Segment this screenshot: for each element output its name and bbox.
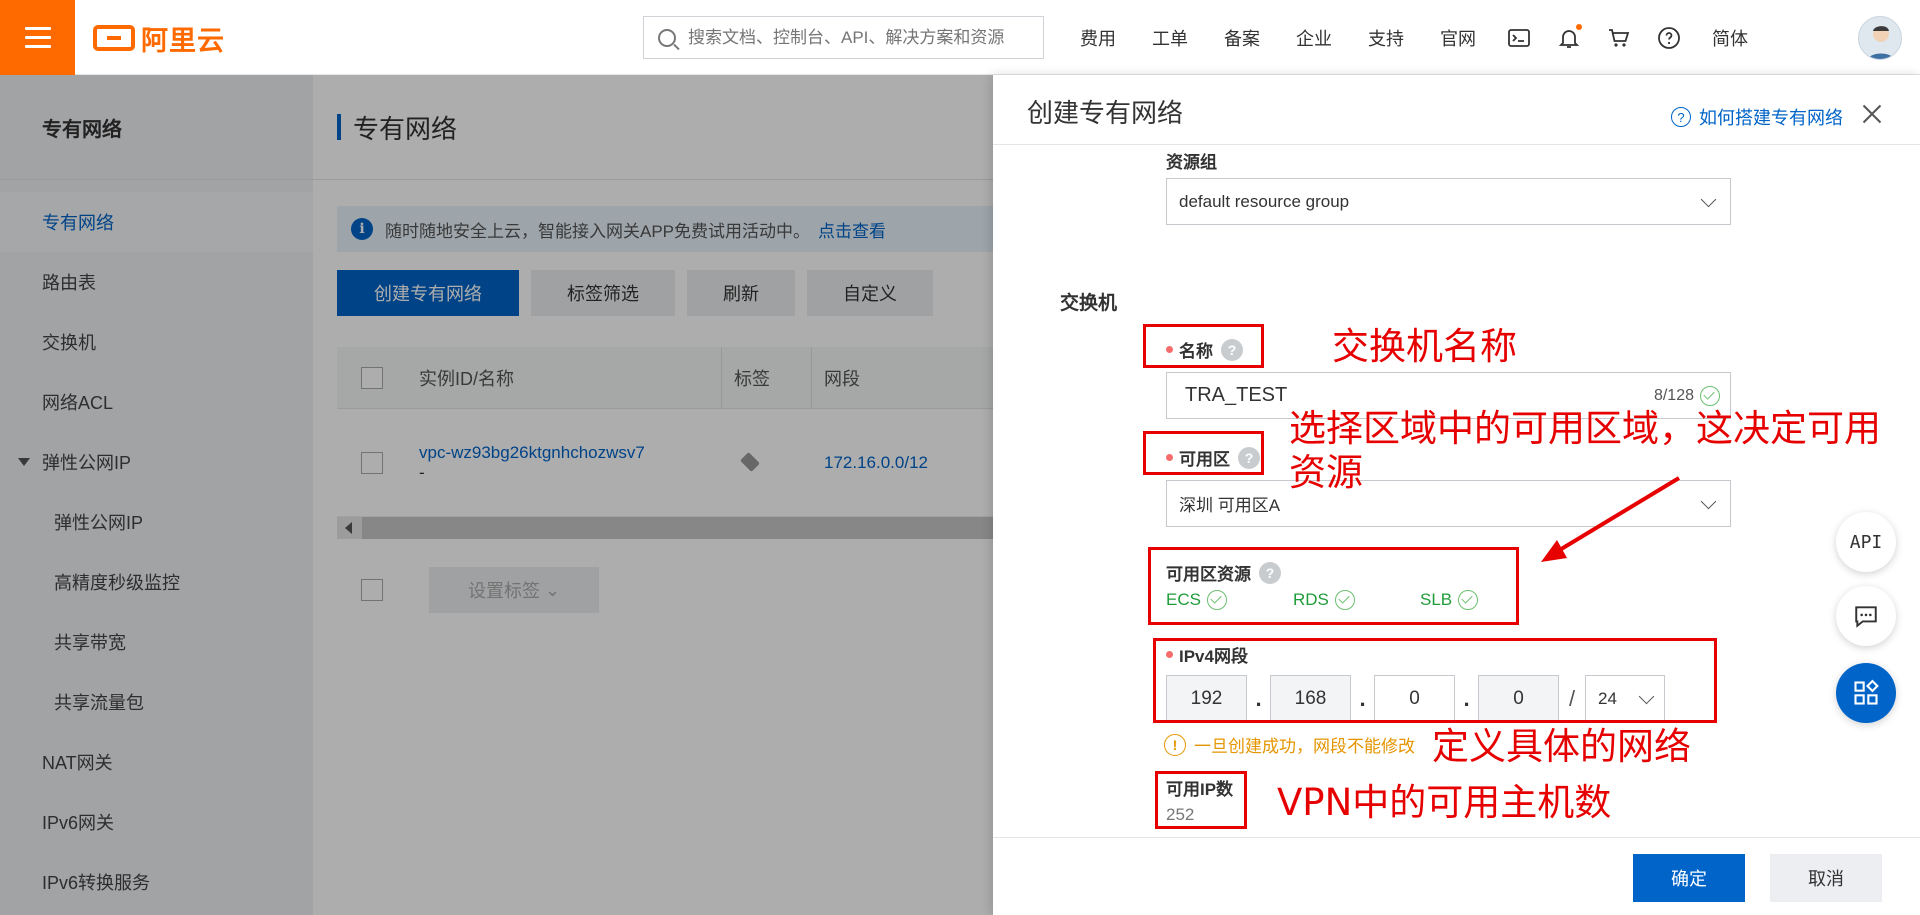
search-input[interactable] <box>688 27 1038 48</box>
terminal-icon[interactable] <box>1494 0 1544 75</box>
warning-icon: ! <box>1164 733 1186 756</box>
logo-text: 阿里云 <box>141 25 225 56</box>
nav-official-site[interactable]: 官网 <box>1422 25 1494 51</box>
annotation-network: 定义具体的网络 <box>1432 725 1691 768</box>
help-link-text: 如何搭建专有网络 <box>1699 108 1843 128</box>
zone-value: 深圳 可用区A <box>1179 496 1281 515</box>
nav-fees[interactable]: 费用 <box>1062 25 1134 51</box>
chevron-down-icon <box>1700 493 1717 510</box>
nav-enterprise[interactable]: 企业 <box>1278 25 1350 51</box>
search-box[interactable] <box>643 16 1044 59</box>
resource-group-value: default resource group <box>1179 191 1350 211</box>
avatar[interactable] <box>1858 16 1902 60</box>
resource-group-select[interactable]: default resource group <box>1166 178 1731 225</box>
create-vpc-drawer: 创建专有网络 ? 如何搭建专有网络 资源组 default resource g… <box>993 75 1920 915</box>
api-button[interactable]: API <box>1836 512 1896 572</box>
annotation-box-ipcount <box>1155 771 1247 829</box>
aliyun-logo-icon <box>93 25 135 51</box>
drawer-footer: 确定 取消 <box>993 837 1920 915</box>
annotation-box-zone <box>1143 431 1264 475</box>
resource-group-label: 资源组 <box>1166 153 1217 172</box>
cidr-warning: ! 一旦创建成功，网段不能修改 <box>1164 732 1415 757</box>
nav-filing[interactable]: 备案 <box>1206 25 1278 51</box>
nav-tickets[interactable]: 工单 <box>1134 25 1206 51</box>
top-nav: 费用 工单 备案 企业 支持 官网 简体 <box>1062 0 1766 75</box>
confirm-button[interactable]: 确定 <box>1633 854 1745 902</box>
apps-button[interactable] <box>1836 663 1896 723</box>
logo[interactable]: 阿里云 <box>93 22 225 56</box>
drawer-title: 创建专有网络 <box>1027 98 1184 128</box>
api-label: API <box>1849 531 1883 553</box>
bell-icon[interactable] <box>1544 0 1594 75</box>
help-circle-icon: ? <box>1671 107 1691 127</box>
menu-icon[interactable] <box>0 0 75 75</box>
annotation-box-name <box>1143 324 1264 368</box>
cancel-button[interactable]: 取消 <box>1770 854 1882 902</box>
help-icon[interactable] <box>1644 0 1694 75</box>
top-bar: 阿里云 费用 工单 备案 企业 支持 官网 简体 <box>0 0 1920 75</box>
check-circle-icon <box>1700 386 1720 406</box>
close-icon[interactable] <box>1862 104 1882 124</box>
chat-icon <box>1855 606 1877 628</box>
cart-icon[interactable] <box>1594 0 1644 75</box>
name-value: TRA_TEST <box>1185 384 1288 406</box>
annotation-name: 交换机名称 <box>1332 325 1517 368</box>
name-counter-text: 8/128 <box>1653 387 1694 404</box>
help-link[interactable]: ? 如何搭建专有网络 <box>1671 104 1843 130</box>
section-vswitch: 交换机 <box>1060 293 1118 314</box>
chevron-down-icon <box>1700 191 1717 208</box>
annotation-box-ipv4 <box>1153 638 1717 723</box>
annotation-box-resources <box>1148 547 1519 625</box>
modal-overlay[interactable] <box>0 75 993 915</box>
annotation-arrow <box>1541 476 1681 562</box>
name-counter: 8/128 <box>1654 386 1720 406</box>
language-switch[interactable]: 简体 <box>1694 25 1766 51</box>
notification-dot <box>1576 24 1582 30</box>
nav-support[interactable]: 支持 <box>1350 25 1422 51</box>
annotation-hosts: VPN中的可用主机数 <box>1277 781 1612 824</box>
chat-button[interactable] <box>1836 586 1896 646</box>
apps-grid-icon <box>1854 679 1879 705</box>
cidr-warning-text: 一旦创建成功，网段不能修改 <box>1194 737 1415 756</box>
drawer-header: 创建专有网络 ? 如何搭建专有网络 <box>993 75 1920 145</box>
search-icon <box>658 28 676 47</box>
